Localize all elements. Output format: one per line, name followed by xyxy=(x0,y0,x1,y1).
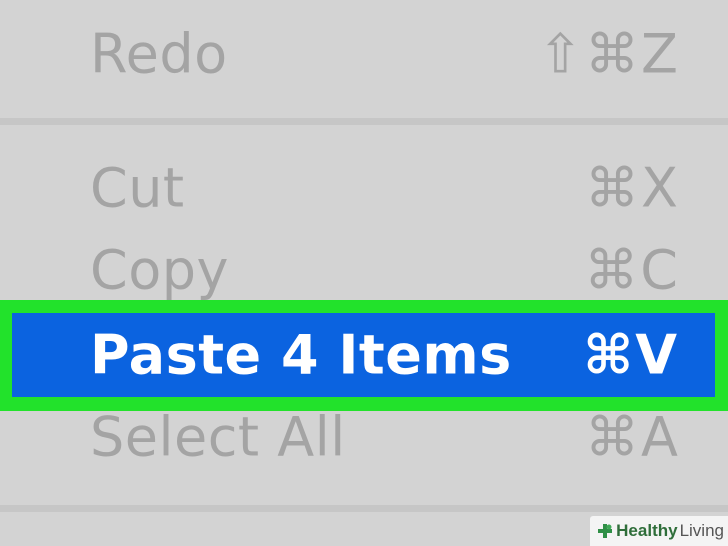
menu-item-shortcut: ⌘V xyxy=(583,323,679,387)
watermark-brand-regular: Living xyxy=(679,521,724,540)
plus-leaf-icon xyxy=(596,522,614,540)
menu-item-paste[interactable]: Paste 4 Items ⌘V xyxy=(12,313,715,397)
menu-item-label: Redo xyxy=(90,22,228,86)
healthy-living-watermark: Healthy Living xyxy=(590,516,728,546)
menu-item-shortcut: ⌘C xyxy=(584,238,680,302)
menu-separator xyxy=(0,118,728,125)
menu-item-label: Paste 4 Items xyxy=(90,323,512,387)
edit-menu: Redo ⇧⌘Z Cut ⌘X Copy ⌘C Paste 4 Items ⌘V… xyxy=(0,0,728,546)
menu-item-label: Copy xyxy=(90,238,229,302)
menu-item-cut[interactable]: Cut ⌘X xyxy=(0,146,728,230)
watermark-brand-bold: Healthy xyxy=(616,521,678,540)
menu-separator xyxy=(0,505,728,512)
menu-item-shortcut: ⌘A xyxy=(585,405,680,469)
menu-item-shortcut: ⌘X xyxy=(585,156,680,220)
menu-item-shortcut: ⇧⌘Z xyxy=(537,22,680,86)
menu-item-select-all[interactable]: Select All ⌘A xyxy=(0,395,728,479)
menu-item-label: Select All xyxy=(90,405,346,469)
menu-item-redo[interactable]: Redo ⇧⌘Z xyxy=(0,12,728,96)
menu-item-label: Cut xyxy=(90,156,185,220)
